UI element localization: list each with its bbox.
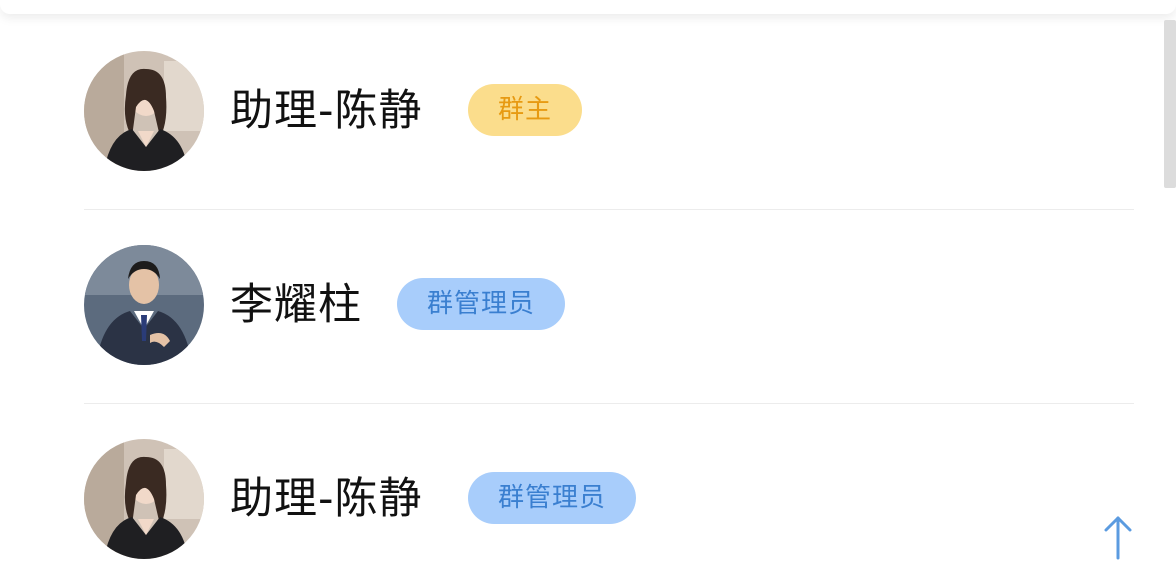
member-list: 助理-陈静 群主 李耀柱 群管理员 助理-陈静 群管理员: [84, 16, 1134, 579]
scrollbar[interactable]: [1164, 20, 1176, 188]
avatar[interactable]: [84, 245, 204, 365]
member-row[interactable]: 助理-陈静 群管理员: [84, 404, 1134, 579]
female-avatar-icon: [84, 51, 204, 171]
male-avatar-icon: [84, 245, 204, 365]
header-bar: [0, 0, 1176, 14]
member-name: 助理-陈静: [230, 474, 423, 524]
avatar[interactable]: [84, 51, 204, 171]
member-name: 助理-陈静: [230, 86, 423, 136]
role-badge-admin: 群管理员: [468, 472, 637, 524]
female-avatar-icon: [84, 439, 204, 559]
member-row[interactable]: 助理-陈静 群主: [84, 16, 1134, 210]
member-name: 李耀柱: [230, 280, 362, 330]
back-to-top-button[interactable]: [1098, 512, 1138, 562]
role-badge-admin: 群管理员: [397, 278, 566, 330]
arrow-up-icon: [1104, 516, 1132, 560]
member-list-page: 助理-陈静 群主 李耀柱 群管理员 助理-陈静 群管理员: [0, 0, 1176, 579]
role-badge-owner: 群主: [468, 84, 583, 136]
avatar[interactable]: [84, 439, 204, 559]
member-row[interactable]: 李耀柱 群管理员: [84, 210, 1134, 404]
